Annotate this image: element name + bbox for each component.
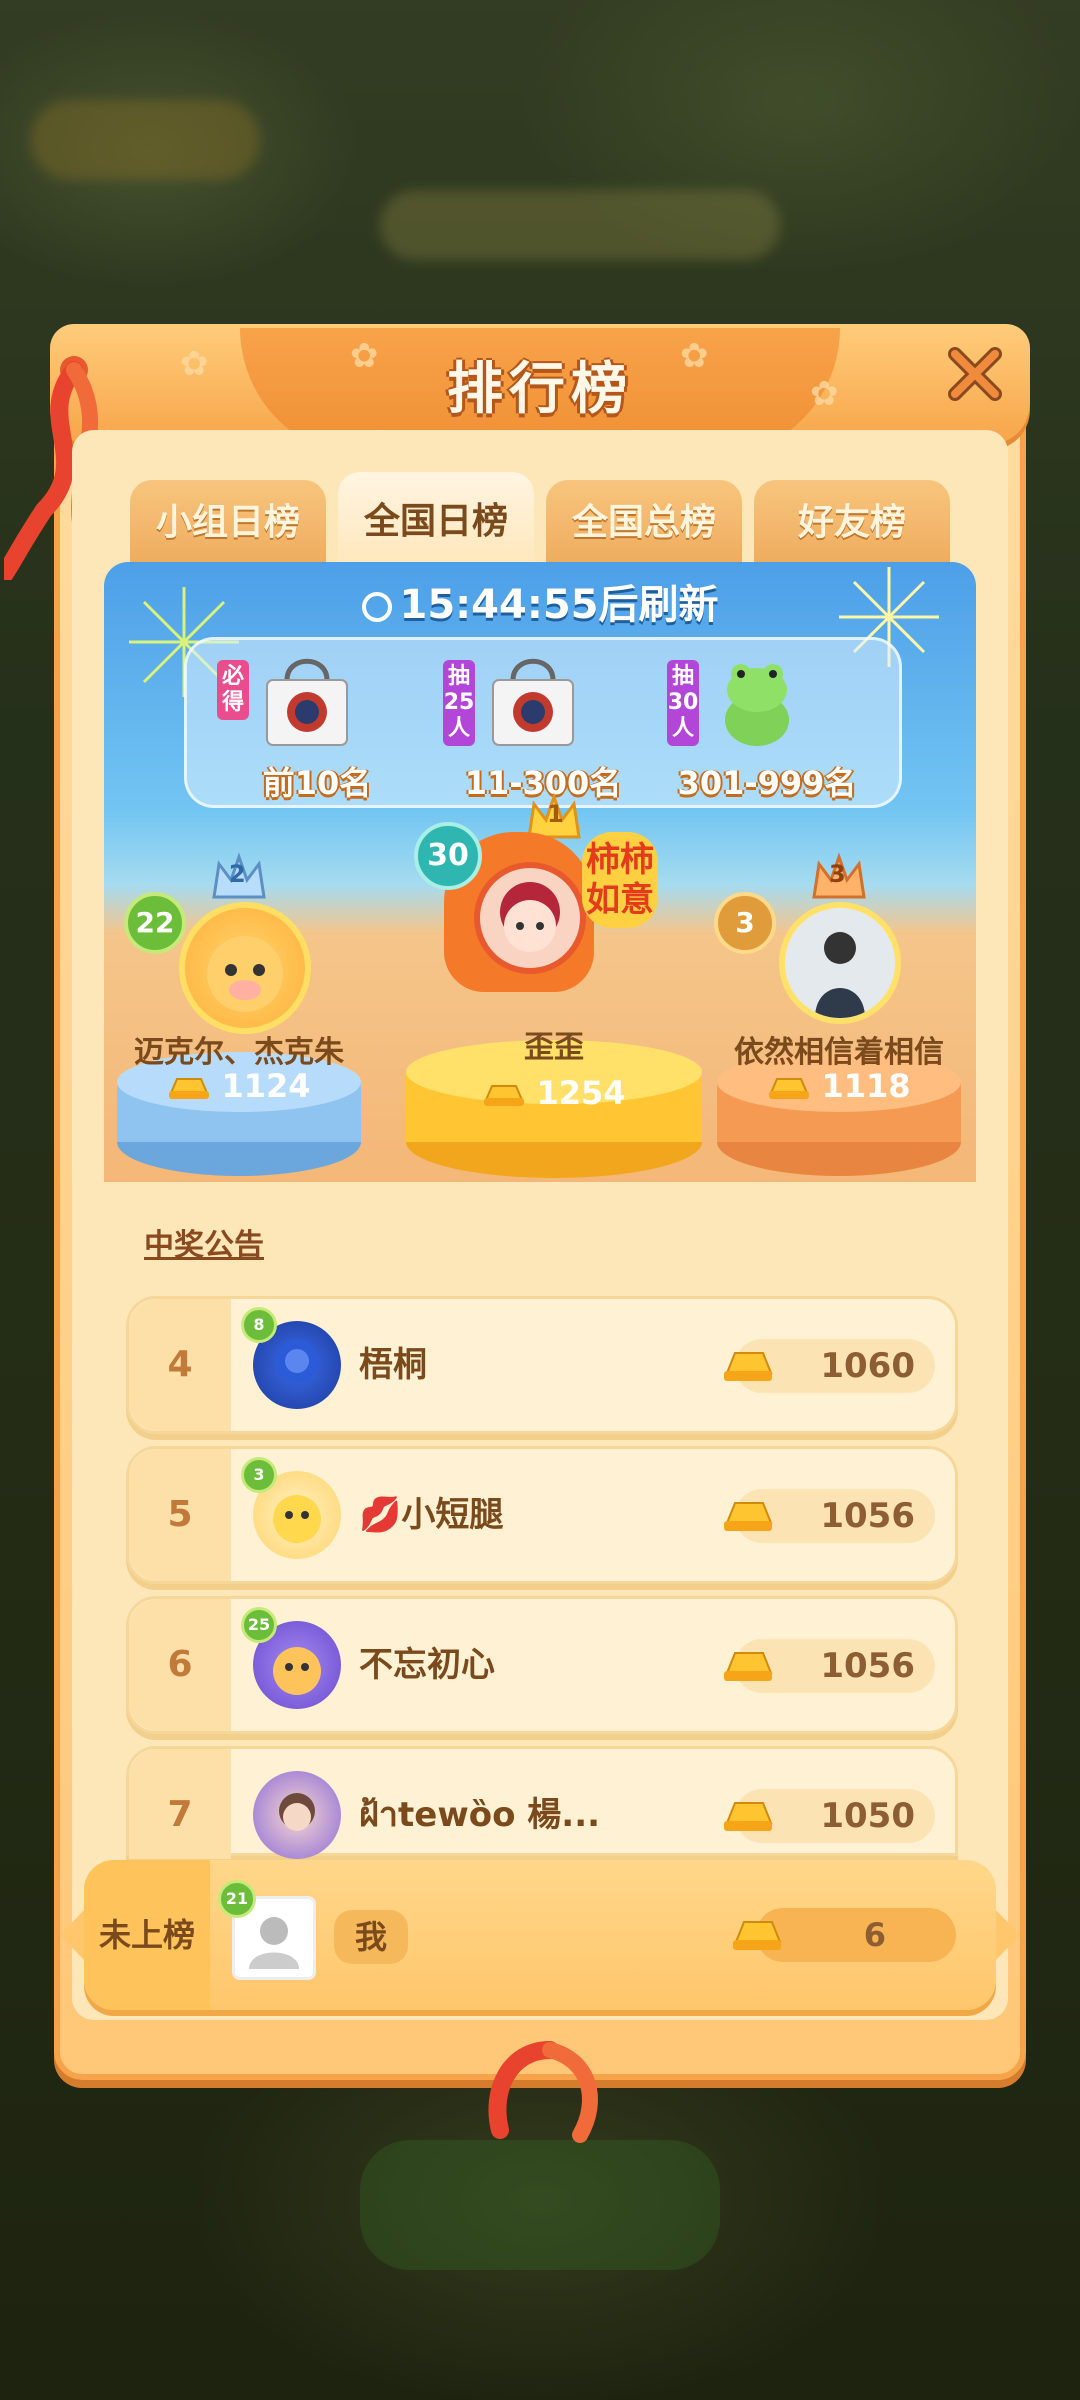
rank-row[interactable]: 4 8 梧桐 1060 bbox=[126, 1296, 958, 1434]
player-name: 不忘初心 bbox=[359, 1645, 495, 1685]
girl-avatar-icon bbox=[500, 882, 560, 952]
gold-ingot-icon bbox=[724, 1652, 773, 1681]
level-badge: 22 bbox=[124, 892, 186, 954]
player-score: 1124 bbox=[221, 1067, 311, 1105]
avatar[interactable] bbox=[779, 902, 901, 1024]
rank-number: 1 bbox=[547, 800, 564, 828]
score-pill bbox=[756, 1908, 956, 1962]
my-rank-row[interactable]: 未上榜 21 我 6 bbox=[60, 1860, 1020, 2010]
prize-tier-2[interactable]: 抽25人 11-300名 bbox=[443, 650, 643, 802]
podium-second[interactable]: 2 22 迈克尔、杰克朱 1124 bbox=[114, 852, 364, 1182]
level-badge: 25 bbox=[241, 1607, 277, 1643]
tab-national-total[interactable]: 全国总榜 bbox=[546, 480, 742, 564]
player-name: 梧桐 bbox=[359, 1345, 427, 1385]
gold-ingot-icon bbox=[169, 1078, 210, 1099]
prize-tag: 抽30人 bbox=[667, 660, 699, 746]
page-title: 排行榜 bbox=[447, 357, 633, 422]
rank-number: 3 bbox=[829, 860, 846, 888]
prize-tag: 必得 bbox=[217, 660, 249, 720]
podium-third[interactable]: 3 3 依然相信着相信 1118 bbox=[714, 852, 964, 1182]
level-badge: 3 bbox=[714, 892, 776, 954]
tab-group-daily[interactable]: 小组日榜 bbox=[130, 480, 326, 564]
my-name: 我 bbox=[334, 1910, 408, 1964]
ox-avatar-icon bbox=[207, 936, 283, 1012]
timer-text: 15:44:55后刷新 bbox=[399, 582, 719, 628]
rank-row[interactable]: 6 25 不忘初心 1056 bbox=[126, 1596, 958, 1734]
frog-plush-icon bbox=[725, 664, 789, 746]
player-score: 1254 bbox=[536, 1074, 626, 1112]
level-badge: 8 bbox=[241, 1307, 277, 1343]
podium-stage: 15:44:55后刷新 必得 前10名 抽25人 11-300名 抽30人 30… bbox=[104, 562, 976, 1182]
player-name: 迈克尔、杰克朱 bbox=[134, 1035, 344, 1070]
rank-number: 7 bbox=[129, 1749, 231, 1859]
rank-number: 6 bbox=[129, 1599, 231, 1731]
gold-ingot-icon bbox=[769, 1078, 810, 1099]
rank-row[interactable]: 7 ฝ้าtewȍo 楊... 1050 bbox=[126, 1746, 958, 1859]
my-score: 6 bbox=[863, 1916, 886, 1954]
player-score: 1050 bbox=[820, 1796, 915, 1836]
player-score: 1056 bbox=[820, 1496, 915, 1536]
prize-tag: 抽25人 bbox=[443, 660, 475, 746]
festive-badge: 柿柿如意 bbox=[582, 832, 658, 928]
rank-number: 2 bbox=[229, 860, 246, 888]
tab-national-daily[interactable]: 全国日榜 bbox=[338, 472, 534, 564]
close-button[interactable] bbox=[940, 344, 1010, 414]
prize-tier-3[interactable]: 抽30人 301-999名 bbox=[667, 650, 867, 802]
tote-bag-icon bbox=[492, 658, 574, 746]
close-icon bbox=[948, 347, 1002, 401]
prize-panel: 必得 前10名 抽25人 11-300名 抽30人 301-999名 bbox=[184, 637, 902, 808]
avatar[interactable] bbox=[474, 862, 586, 974]
leaderboard-panel: ✿ ✿ ✿ ✿ 排行榜 小组日榜 全国日榜 全国总榜 好友榜 15:44:55后… bbox=[4, 320, 1030, 2080]
podium-first[interactable]: 1 柿柿如意 30 歪歪 1254 bbox=[404, 792, 704, 1182]
gold-ingot-icon bbox=[724, 1802, 773, 1831]
person-photo-icon bbox=[785, 908, 895, 1018]
level-badge: 30 bbox=[414, 822, 482, 890]
rank-number: 5 bbox=[129, 1449, 231, 1581]
player-name: 💋小短腿 bbox=[359, 1495, 504, 1535]
rank-row[interactable]: 5 3 💋小短腿 1056 bbox=[126, 1446, 958, 1584]
tab-friends[interactable]: 好友榜 bbox=[754, 480, 950, 564]
gold-ingot-icon bbox=[484, 1085, 525, 1106]
ribbon-decoration bbox=[488, 2041, 598, 2143]
girl-photo-avatar-icon bbox=[279, 1793, 315, 1831]
prize-tier-1[interactable]: 必得 前10名 bbox=[217, 650, 417, 802]
clock-icon bbox=[361, 592, 392, 622]
player-name: 依然相信着相信 bbox=[734, 1035, 944, 1070]
my-rank-status: 未上榜 bbox=[84, 1860, 210, 2010]
player-score: 1060 bbox=[820, 1346, 915, 1386]
level-badge: 3 bbox=[241, 1457, 277, 1493]
level-badge: 21 bbox=[218, 1880, 256, 1918]
gold-ingot-icon bbox=[724, 1502, 773, 1531]
avatar[interactable] bbox=[179, 902, 311, 1034]
gold-ingot-icon bbox=[733, 1921, 782, 1950]
avatar[interactable] bbox=[253, 1771, 341, 1859]
player-score: 1056 bbox=[820, 1646, 915, 1686]
player-name: 歪歪 bbox=[524, 1030, 584, 1065]
refresh-timer: 15:44:55后刷新 bbox=[104, 572, 976, 630]
rank-number: 4 bbox=[129, 1299, 231, 1431]
player-score: 1118 bbox=[821, 1067, 911, 1105]
gold-ingot-icon bbox=[724, 1352, 773, 1381]
winner-notice-link[interactable]: 中奖公告 bbox=[144, 1220, 264, 1264]
tote-bag-icon bbox=[266, 658, 348, 746]
panel-header: ✿ ✿ ✿ ✿ 排行榜 bbox=[50, 324, 1030, 458]
tab-bar: 小组日榜 全国日榜 全国总榜 好友榜 bbox=[130, 472, 950, 564]
